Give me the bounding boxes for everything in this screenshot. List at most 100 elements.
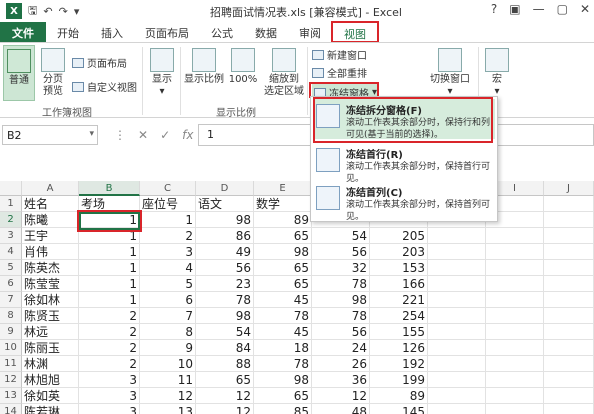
column-header-j[interactable]: J [544, 181, 594, 196]
table-cell[interactable]: 林远 [22, 324, 79, 340]
minimize-button[interactable]: — [533, 2, 545, 16]
table-cell[interactable]: 陈若琳 [22, 404, 79, 414]
ribbon-display-options-icon[interactable]: ▣ [509, 2, 520, 16]
table-cell[interactable]: 56 [196, 260, 254, 276]
table-cell[interactable]: 26 [312, 356, 370, 372]
table-cell[interactable]: 3 [79, 388, 140, 404]
page-break-preview-button[interactable]: 分页 预览 [38, 48, 68, 98]
insert-function-icon[interactable]: fx [182, 128, 193, 142]
table-cell[interactable]: 89 [254, 212, 312, 228]
table-cell[interactable]: 78 [312, 276, 370, 292]
table-cell[interactable]: 5 [140, 276, 196, 292]
table-cell[interactable]: 2 [79, 308, 140, 324]
tab-review[interactable]: 审阅 [288, 22, 332, 42]
restore-button[interactable]: ▢ [557, 2, 568, 16]
table-cell[interactable]: 23 [196, 276, 254, 292]
table-cell[interactable]: 陈贤玉 [22, 308, 79, 324]
table-cell[interactable]: 98 [312, 292, 370, 308]
table-cell[interactable]: 221 [370, 292, 428, 308]
tab-insert[interactable]: 插入 [90, 22, 134, 42]
table-cell[interactable]: 56 [312, 324, 370, 340]
table-cell[interactable]: 林渊 [22, 356, 79, 372]
row-header[interactable]: 8 [0, 308, 22, 324]
table-cell[interactable] [544, 356, 594, 372]
table-cell[interactable]: 78 [196, 292, 254, 308]
row-header[interactable]: 5 [0, 260, 22, 276]
table-cell[interactable]: 数学 [254, 196, 312, 212]
table-cell[interactable]: 8 [140, 324, 196, 340]
arrange-all-button[interactable]: 全部重排 [312, 65, 367, 80]
table-cell[interactable] [486, 388, 544, 404]
table-cell[interactable]: 145 [370, 404, 428, 414]
table-cell[interactable]: 2 [140, 228, 196, 244]
table-cell[interactable]: 54 [196, 324, 254, 340]
table-cell[interactable]: 陈丽玉 [22, 340, 79, 356]
table-cell[interactable] [428, 260, 486, 276]
row-header[interactable]: 9 [0, 324, 22, 340]
table-cell[interactable] [544, 276, 594, 292]
table-cell[interactable] [544, 244, 594, 260]
table-cell[interactable]: 49 [196, 244, 254, 260]
table-cell[interactable]: 12 [312, 388, 370, 404]
table-cell[interactable] [544, 308, 594, 324]
table-cell[interactable]: 13 [140, 404, 196, 414]
row-header[interactable]: 11 [0, 356, 22, 372]
zoom-100-button[interactable]: 100% [228, 48, 258, 86]
table-cell[interactable]: 84 [196, 340, 254, 356]
table-cell[interactable]: 1 [79, 276, 140, 292]
table-cell[interactable] [544, 292, 594, 308]
table-cell[interactable]: 89 [370, 388, 428, 404]
table-cell[interactable]: 65 [254, 276, 312, 292]
table-cell[interactable] [486, 260, 544, 276]
table-cell[interactable]: 12 [196, 404, 254, 414]
table-cell[interactable] [486, 308, 544, 324]
cancel-icon[interactable]: ✕ [138, 128, 148, 142]
table-cell[interactable] [428, 276, 486, 292]
table-cell[interactable] [544, 212, 594, 228]
table-cell[interactable]: 2 [79, 324, 140, 340]
table-cell[interactable]: 98 [254, 372, 312, 388]
table-cell[interactable] [428, 324, 486, 340]
table-cell[interactable]: 45 [254, 324, 312, 340]
table-cell[interactable]: 78 [312, 308, 370, 324]
row-header[interactable]: 7 [0, 292, 22, 308]
table-cell[interactable]: 2 [79, 340, 140, 356]
table-cell[interactable]: 254 [370, 308, 428, 324]
table-cell[interactable]: 语文 [196, 196, 254, 212]
table-cell[interactable]: 10 [140, 356, 196, 372]
table-cell[interactable]: 85 [254, 404, 312, 414]
help-icon[interactable]: ? [491, 2, 497, 16]
column-header-b[interactable]: B [79, 181, 140, 196]
table-cell[interactable] [544, 388, 594, 404]
table-cell[interactable] [544, 228, 594, 244]
tab-data[interactable]: 数据 [244, 22, 288, 42]
table-cell[interactable]: 姓名 [22, 196, 79, 212]
table-cell[interactable]: 65 [254, 260, 312, 276]
row-header[interactable]: 13 [0, 388, 22, 404]
table-cell[interactable] [544, 324, 594, 340]
table-cell[interactable]: 98 [196, 212, 254, 228]
tab-view[interactable]: 视图 [331, 21, 379, 43]
name-box-dropdown-icon[interactable]: ▾ [89, 129, 94, 139]
table-cell[interactable]: 56 [312, 244, 370, 260]
table-cell[interactable]: 1 [79, 292, 140, 308]
table-cell[interactable]: 6 [140, 292, 196, 308]
table-cell[interactable] [428, 388, 486, 404]
table-cell[interactable] [486, 340, 544, 356]
table-cell[interactable]: 1 [79, 244, 140, 260]
table-cell[interactable]: 45 [254, 292, 312, 308]
table-cell[interactable]: 192 [370, 356, 428, 372]
table-cell[interactable]: 7 [140, 308, 196, 324]
table-cell[interactable] [486, 228, 544, 244]
table-cell[interactable] [428, 244, 486, 260]
zoom-to-selection-button[interactable]: 缩放到 选定区域 [262, 48, 306, 98]
table-cell[interactable]: 林旭旭 [22, 372, 79, 388]
table-cell[interactable]: 205 [370, 228, 428, 244]
table-cell[interactable]: 78 [254, 308, 312, 324]
table-cell[interactable] [428, 356, 486, 372]
table-cell[interactable] [428, 340, 486, 356]
table-cell[interactable]: 徐如林 [22, 292, 79, 308]
table-cell[interactable] [428, 292, 486, 308]
redo-icon[interactable]: ↷ [59, 5, 68, 18]
table-cell[interactable]: 36 [312, 372, 370, 388]
